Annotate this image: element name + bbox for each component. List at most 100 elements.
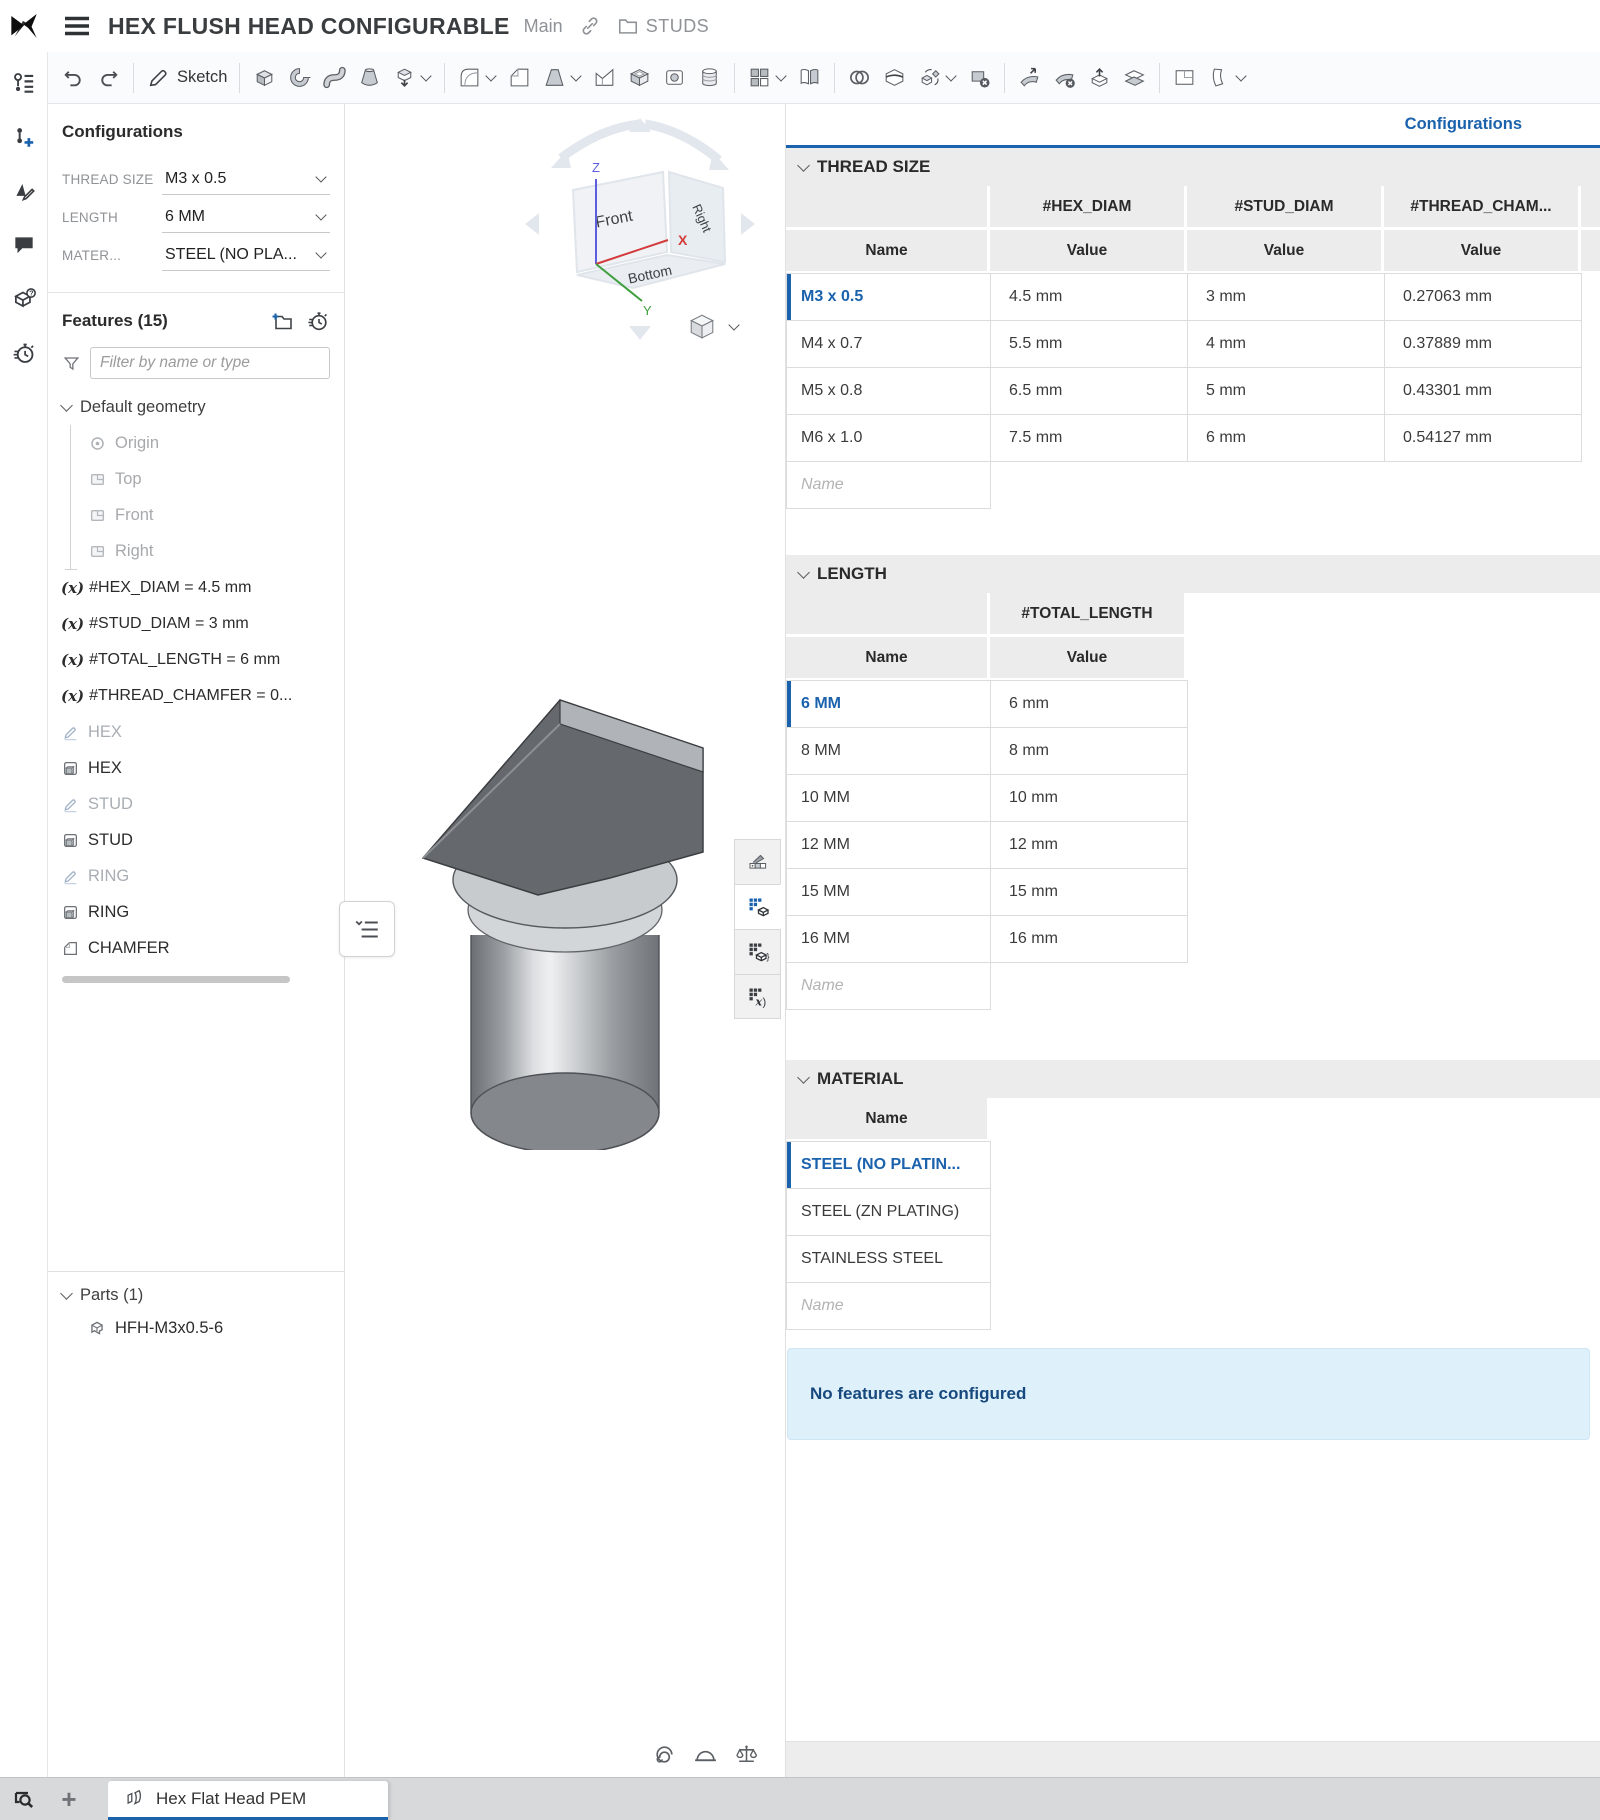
filter-icon[interactable] <box>62 354 81 373</box>
part-query-button[interactable] <box>9 284 39 314</box>
config-row-name[interactable]: STAINLESS STEEL <box>787 1236 991 1283</box>
feature-tree-scrollbar[interactable] <box>62 976 290 983</box>
config-row-value[interactable]: 6 mm <box>991 681 1188 728</box>
mirror-button[interactable] <box>792 61 827 94</box>
configured-features-button[interactable] <box>734 929 781 974</box>
feature--stud-diam-3-mm-var[interactable]: (x)#STUD_DIAM = 3 mm <box>48 606 344 642</box>
config-row-value[interactable]: 8 mm <box>991 728 1188 775</box>
dome-icon[interactable] <box>693 1742 718 1767</box>
extract-button[interactable] <box>1082 61 1117 94</box>
move-face-button[interactable] <box>1012 61 1047 94</box>
part-model[interactable] <box>415 695 705 1150</box>
config-row-value[interactable]: 0.37889 mm <box>1385 321 1582 368</box>
rollback-history-button[interactable] <box>306 309 330 333</box>
sketch-button[interactable]: Sketch <box>141 61 232 94</box>
feature--total-length-6-mm-var[interactable]: (x)#TOTAL_LENGTH = 6 mm <box>48 642 344 678</box>
config-row-name[interactable]: M5 x 0.8 <box>787 368 991 415</box>
feature-default-geometry-group[interactable]: Default geometry <box>48 389 344 425</box>
feature-stud-solid[interactable]: STUD <box>48 822 344 858</box>
folder-name[interactable]: STUDS <box>646 16 710 37</box>
sweep-button[interactable] <box>317 61 352 94</box>
config-row-value[interactable]: 0.27063 mm <box>1385 274 1582 321</box>
hole-button[interactable] <box>657 61 692 94</box>
config-row-name[interactable]: M3 x 0.5 <box>787 274 991 321</box>
config-row-name[interactable]: STEEL (NO PLATIN... <box>787 1142 991 1189</box>
comment-button[interactable] <box>9 230 39 260</box>
param-header-cell[interactable]: #TOTAL_LENGTH <box>990 593 1187 637</box>
search-tabs-button[interactable] <box>0 1778 48 1820</box>
config-row-value[interactable]: 4.5 mm <box>991 274 1188 321</box>
delete-face-button[interactable] <box>1047 61 1082 94</box>
param-header-cell[interactable]: #HEX_DIAM <box>990 186 1187 230</box>
config-row-value[interactable]: 10 mm <box>991 775 1188 822</box>
plane-button[interactable] <box>1167 61 1202 94</box>
config-row-value[interactable]: 0.43301 mm <box>1385 368 1582 415</box>
config-row-value[interactable]: 6.5 mm <box>991 368 1188 415</box>
delete-part-button[interactable] <box>962 61 997 94</box>
shell-button[interactable] <box>622 61 657 94</box>
configuration-panel-button[interactable] <box>734 884 781 929</box>
config-row-value[interactable]: 15 mm <box>991 869 1188 916</box>
feature-right-child[interactable]: Right <box>71 533 344 569</box>
appearance-panel-button[interactable] <box>734 839 781 884</box>
config-field-value-dropdown[interactable]: 6 MM <box>162 202 330 233</box>
revolve-button[interactable] <box>282 61 317 94</box>
part-list-item[interactable]: HFH-M3x0.5-6 <box>48 1311 344 1345</box>
extrude-button[interactable] <box>247 61 282 94</box>
feature--hex-diam-4-5-mm-var[interactable]: (x)#HEX_DIAM = 4.5 mm <box>48 570 344 606</box>
config-field-value-dropdown[interactable]: M3 x 0.5 <box>162 164 330 195</box>
feature-chamfer-chamfer[interactable]: CHAMFER <box>48 930 344 966</box>
parts-header[interactable]: Parts (1) <box>48 1272 344 1311</box>
thicken-button[interactable] <box>387 61 437 94</box>
config-row-value[interactable]: 0.54127 mm <box>1385 415 1582 462</box>
onshape-logo[interactable] <box>0 0 48 52</box>
config-row-value[interactable]: 5.5 mm <box>991 321 1188 368</box>
transform-button[interactable] <box>912 61 962 94</box>
split-button[interactable] <box>877 61 912 94</box>
feature-hex-sketch[interactable]: HEX <box>48 714 344 750</box>
fillet-button[interactable] <box>452 61 502 94</box>
history-button[interactable] <box>9 338 39 368</box>
thread-button[interactable] <box>692 61 727 94</box>
section-header[interactable]: MATERIAL <box>786 1060 1600 1098</box>
config-row-name[interactable]: 12 MM <box>787 822 991 869</box>
tab-configurations[interactable]: Configurations <box>1405 115 1522 134</box>
feature-front-child[interactable]: Front <box>71 497 344 533</box>
config-row-value[interactable]: 6 mm <box>1188 415 1385 462</box>
tab-part-studio[interactable]: Hex Flat Head PEM <box>108 1781 388 1820</box>
config-row-name[interactable]: 16 MM <box>787 916 991 963</box>
draft-button[interactable] <box>537 61 587 94</box>
config-row-name[interactable]: M4 x 0.7 <box>787 321 991 368</box>
config-row-value[interactable]: 4 mm <box>1188 321 1385 368</box>
feature-ring-solid[interactable]: RING <box>48 894 344 930</box>
link-icon[interactable] <box>579 15 601 37</box>
redo-button[interactable] <box>91 61 126 94</box>
section-header[interactable]: THREAD SIZE <box>786 148 1600 186</box>
versions-button[interactable] <box>9 122 39 152</box>
spiral-icon[interactable] <box>652 1742 677 1767</box>
display-mode-button[interactable] <box>688 312 740 340</box>
config-row-value[interactable]: 5 mm <box>1188 368 1385 415</box>
rib-button[interactable] <box>587 61 622 94</box>
config-row-name[interactable]: 10 MM <box>787 775 991 822</box>
configured-variables-button[interactable] <box>734 974 781 1019</box>
feature--thread-chamfer-0--var[interactable]: (x)#THREAD_CHAMFER = 0... <box>48 678 344 714</box>
feature-list-flyout-button[interactable] <box>339 901 395 957</box>
new-row-name-input[interactable]: Name <box>787 462 991 509</box>
workspace-name[interactable]: Main <box>524 16 563 37</box>
pattern-button[interactable] <box>742 61 792 94</box>
menu-icon[interactable] <box>64 16 90 36</box>
add-tab-button[interactable]: + <box>48 1778 90 1820</box>
feature-stud-sketch[interactable]: STUD <box>48 786 344 822</box>
new-row-name-input[interactable]: Name <box>787 963 991 1010</box>
config-field-value-dropdown[interactable]: STEEL (NO PLA... <box>162 240 330 271</box>
chamfer-button[interactable] <box>502 61 537 94</box>
replace-face-button[interactable] <box>1117 61 1152 94</box>
config-row-name[interactable]: 8 MM <box>787 728 991 775</box>
mass-properties-scale-icon[interactable] <box>734 1742 759 1767</box>
undo-button[interactable] <box>56 61 91 94</box>
boolean-button[interactable] <box>842 61 877 94</box>
feature-hex-solid[interactable]: HEX <box>48 750 344 786</box>
feature-ring-sketch[interactable]: RING <box>48 858 344 894</box>
config-row-name[interactable]: STEEL (ZN PLATING) <box>787 1189 991 1236</box>
